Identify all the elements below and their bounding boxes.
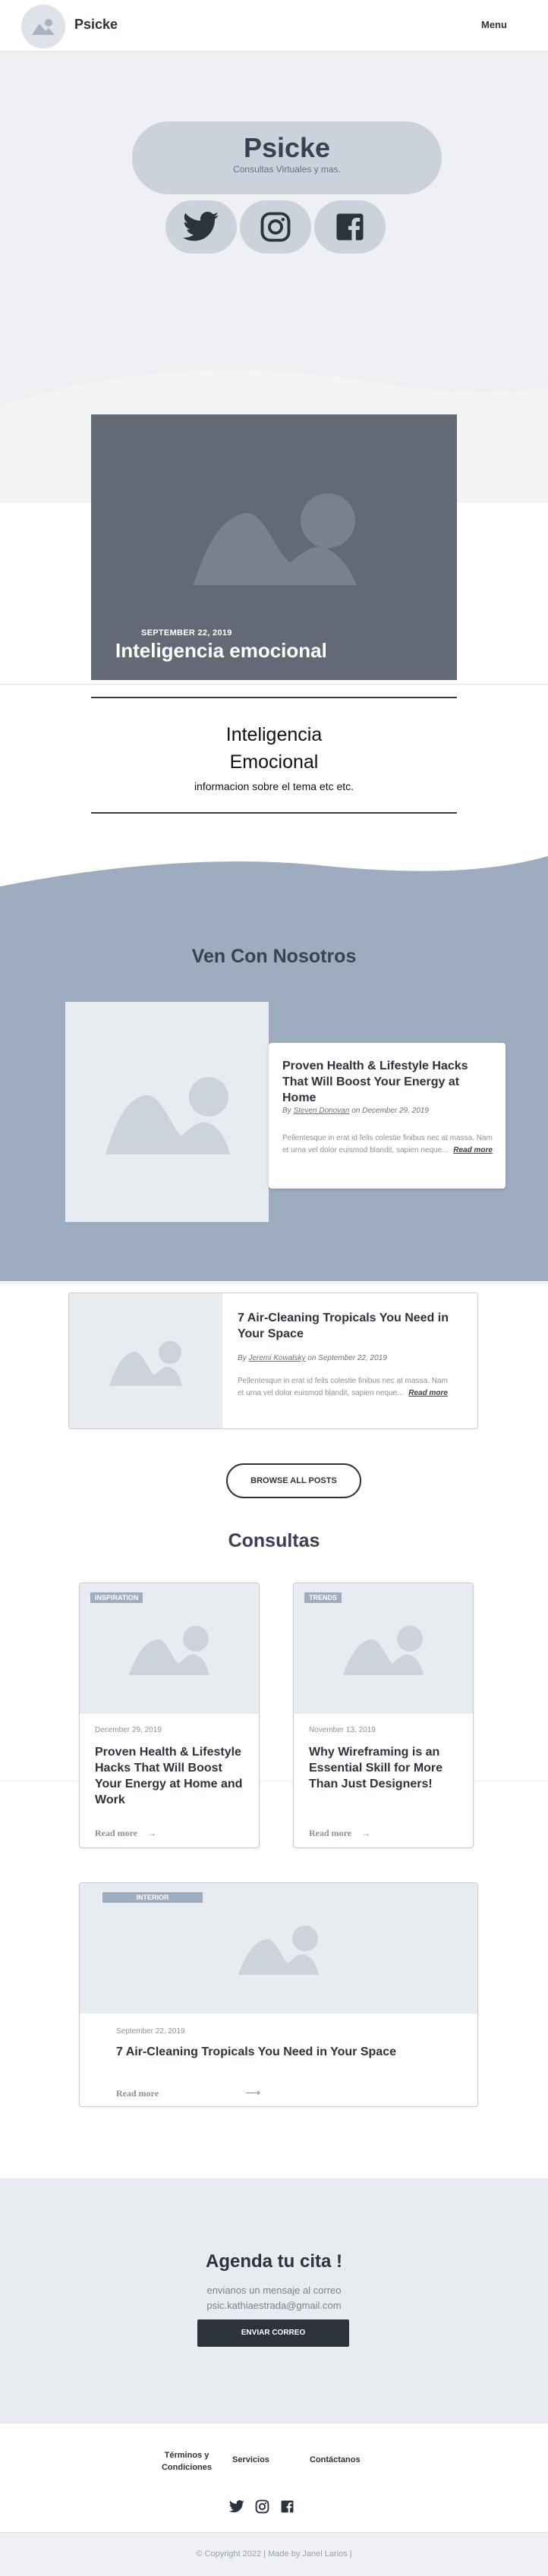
read-more-link[interactable]: Read more <box>453 1146 493 1154</box>
hero-title-pill: Psicke Consultas Virtuales y mas. <box>132 121 442 194</box>
read-more-label: Read more <box>95 1828 138 1838</box>
section-divider-line <box>0 684 548 685</box>
intro-title-line2: Emocional <box>229 751 319 773</box>
menu-button[interactable]: Menu <box>481 19 507 30</box>
card-date: December 29, 2019 <box>95 1726 162 1734</box>
copyright-bar: © Copyright 2022 | Made by Janel Larios … <box>0 2532 548 2576</box>
card-title[interactable]: Proven Health & Lifestyle Hacks That Wil… <box>95 1744 247 1808</box>
meta-by: By <box>282 1107 291 1115</box>
twitter-button[interactable] <box>165 200 237 254</box>
cta-line1: envianos un mensaje al correo <box>206 2285 342 2296</box>
image-placeholder-icon <box>129 1626 209 1675</box>
image-placeholder-icon <box>193 493 357 585</box>
hero-title: Psicke <box>243 132 331 163</box>
consultas-card[interactable]: INSPIRATION December 29, 2019 Proven Hea… <box>79 1582 260 1848</box>
join-heading: Ven Con Nosotros <box>191 946 357 967</box>
facebook-button[interactable] <box>314 200 386 254</box>
instagram-icon <box>260 212 291 242</box>
read-more-link[interactable]: Read more → <box>95 1828 156 1839</box>
meta-by: By <box>238 1354 247 1362</box>
footer-link-services[interactable]: Servicios <box>232 2455 269 2464</box>
footer: Términos y Condiciones Servicios Contáct… <box>0 2423 548 2532</box>
arrow-right-icon: → <box>147 1828 157 1838</box>
twitter-icon <box>183 212 219 241</box>
post2-card[interactable]: 7 Air-Cleaning Tropicals You Need in You… <box>68 1293 478 1429</box>
featured-date: SEPTEMBER 22, 2019 <box>141 628 232 638</box>
meta-date: December 29, 2019 <box>362 1107 429 1115</box>
image-placeholder-icon <box>32 19 55 35</box>
read-more-link[interactable]: Read more → <box>309 1828 370 1839</box>
intro-text: informacion sobre el tema etc etc. <box>194 780 354 792</box>
image-placeholder-icon <box>238 1926 319 1975</box>
post2-excerpt: Pellentesque in erat id felis colestie f… <box>238 1375 450 1400</box>
meta-on: on <box>307 1354 317 1362</box>
image-placeholder-icon <box>343 1626 424 1675</box>
send-email-button[interactable]: ENVIAR CORREO <box>197 2319 349 2347</box>
intro-bottom-rule <box>91 812 457 814</box>
footer-link-contact[interactable]: Contáctanos <box>310 2455 361 2464</box>
category-tag[interactable]: INSPIRATION <box>90 1592 143 1603</box>
read-more-label: Read more <box>309 1828 352 1838</box>
card-date: September 22, 2019 <box>116 2027 185 2036</box>
intro-title-line1: Inteligencia <box>225 724 323 745</box>
read-more-label[interactable]: Read more <box>116 2088 159 2099</box>
card-date: November 13, 2019 <box>309 1726 376 1734</box>
join-card-title[interactable]: Proven Health & Lifestyle Hacks That Wil… <box>282 1058 495 1106</box>
consultas-card-wide[interactable]: INTERIOR September 22, 2019 7 Air-Cleani… <box>79 1882 478 2107</box>
facebook-icon <box>336 213 364 241</box>
instagram-button[interactable] <box>240 200 311 254</box>
instagram-icon[interactable] <box>255 2499 269 2514</box>
cta-section: Agenda tu cita ! envianos un mensaje al … <box>0 2178 548 2423</box>
consultas-heading: Consultas <box>228 1530 320 1551</box>
join-card-image <box>65 1002 269 1222</box>
card-title[interactable]: 7 Air-Cleaning Tropicals You Need in You… <box>116 2044 450 2060</box>
facebook-icon[interactable] <box>280 2499 294 2514</box>
hero-subtitle: Consultas Virtuales y mas. <box>233 164 341 175</box>
author-link[interactable]: Steven Donovan <box>293 1107 349 1115</box>
consultas-card[interactable]: TRENDS November 13, 2019 Why Wireframing… <box>293 1582 474 1848</box>
category-tag[interactable]: INTERIOR <box>102 1892 203 1903</box>
post2-title[interactable]: 7 Air-Cleaning Tropicals You Need in You… <box>238 1310 465 1342</box>
browse-all-posts-button[interactable]: BROWSE ALL POSTS <box>226 1463 361 1498</box>
copyright-text: © Copyright 2022 | Made by Janel Larios … <box>196 2549 352 2559</box>
join-card-excerpt: Pellentesque in erat id felis colestie f… <box>282 1132 495 1157</box>
page: Psicke Menu Psicke Consultas Virtuales y… <box>0 0 548 2576</box>
arrow-right-icon: → <box>361 1828 371 1838</box>
join-card[interactable]: Proven Health & Lifestyle Hacks That Wil… <box>269 1043 505 1189</box>
meta-date: September 22, 2019 <box>318 1354 387 1362</box>
join-card-meta: By Steven Donovan on December 29, 2019 <box>282 1107 502 1115</box>
logo-avatar[interactable] <box>21 5 65 49</box>
brand-name[interactable]: Psicke <box>74 17 118 33</box>
intro-top-rule <box>91 697 457 698</box>
image-placeholder-icon <box>109 1341 182 1386</box>
cta-heading: Agenda tu cita ! <box>205 2251 342 2272</box>
post2-image <box>69 1293 222 1428</box>
footer-social <box>229 2498 305 2515</box>
footer-link-terms[interactable]: Términos y Condiciones <box>156 2449 217 2474</box>
arrow-right-icon[interactable]: ⟶ <box>245 2086 260 2099</box>
category-tag[interactable]: TRENDS <box>304 1592 342 1603</box>
featured-post-card[interactable]: SEPTEMBER 22, 2019 Inteligencia emociona… <box>91 414 457 680</box>
read-more-link[interactable]: Read more <box>408 1389 448 1397</box>
header-bar: Psicke Menu <box>0 0 548 52</box>
meta-on: on <box>351 1107 361 1115</box>
image-placeholder-icon <box>106 1077 230 1154</box>
featured-title[interactable]: Inteligencia emocional <box>115 639 327 663</box>
author-link[interactable]: Jeremi Kowalsky <box>248 1354 305 1362</box>
twitter-icon[interactable] <box>229 2499 244 2513</box>
cta-email[interactable]: psic.kathiaestrada@gmail.com <box>0 2300 548 2311</box>
card-title[interactable]: Why Wireframing is an Essential Skill fo… <box>309 1744 461 1792</box>
post2-meta: By Jeremi Kowalsky on September 22, 2019 <box>238 1354 387 1362</box>
